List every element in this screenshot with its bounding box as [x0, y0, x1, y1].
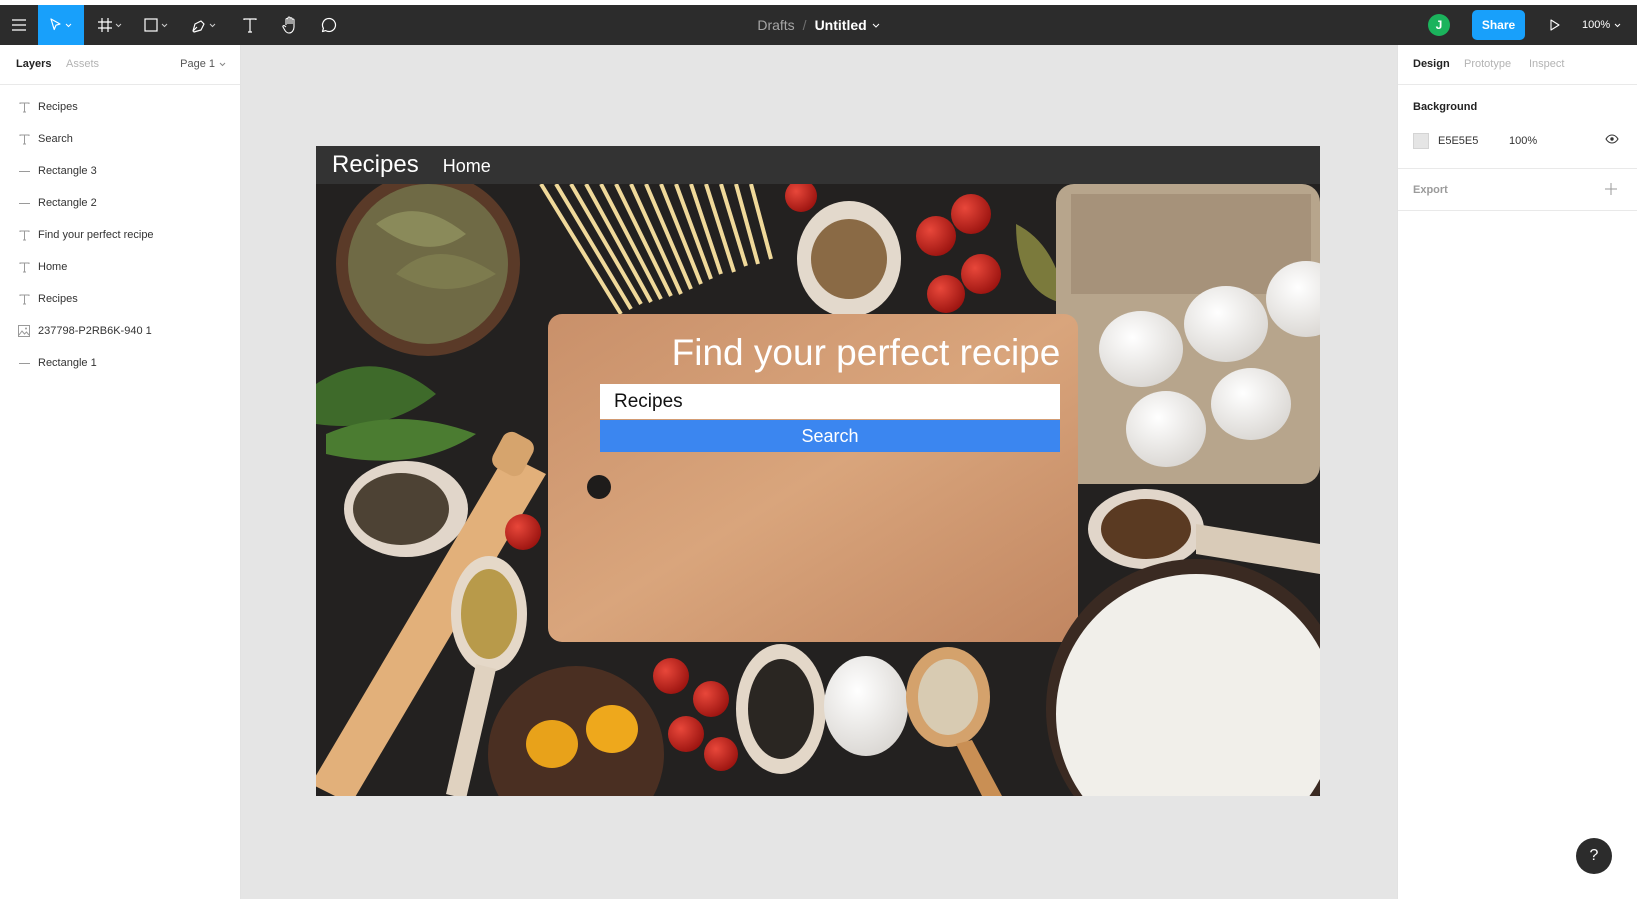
rectangle-tool-button[interactable]: [136, 5, 176, 45]
background-opacity[interactable]: 100%: [1509, 135, 1537, 147]
layers-panel: Layers Assets Page 1 Recipes Search Rect…: [0, 45, 241, 899]
page-name: Page 1: [180, 58, 215, 70]
main-menu-button[interactable]: [0, 5, 38, 45]
chevron-down-icon: [161, 23, 168, 27]
layer-list: Recipes Search Rectangle 3 Rectangle 2 F…: [0, 85, 240, 379]
layer-item[interactable]: 237798-P2RB6K-940 1: [0, 315, 240, 347]
layer-item[interactable]: Rectangle 3: [0, 155, 240, 187]
text-layer-icon: [17, 132, 31, 146]
layer-item[interactable]: Find your perfect recipe: [0, 219, 240, 251]
background-color-swatch[interactable]: [1413, 133, 1429, 149]
layer-name: Home: [38, 261, 68, 273]
tab-layers[interactable]: Layers: [16, 58, 51, 70]
comment-tool-icon: [321, 17, 337, 33]
move-tool-button[interactable]: [38, 5, 84, 45]
play-icon: [1550, 19, 1560, 31]
share-button[interactable]: Share: [1472, 10, 1525, 40]
chevron-down-icon: [209, 23, 215, 27]
breadcrumb-separator: /: [802, 17, 807, 33]
text-tool-button[interactable]: [232, 5, 268, 45]
frame-tool-button[interactable]: [90, 5, 130, 45]
layer-name: Rectangle 1: [38, 357, 97, 369]
right-panel-tabs: Design Prototype Inspect: [1398, 45, 1637, 85]
search-button[interactable]: Search: [600, 420, 1060, 452]
hamburger-icon: [12, 19, 26, 31]
export-section: Export: [1398, 169, 1637, 211]
text-layer-icon: [17, 228, 31, 242]
layer-name: Rectangle 3: [38, 165, 97, 177]
layer-item[interactable]: Home: [0, 251, 240, 283]
hero-title: Find your perfect recipe: [671, 332, 1061, 373]
chevron-down-icon: [65, 23, 72, 27]
background-hex[interactable]: E5E5E5: [1438, 135, 1478, 147]
pen-tool-icon: [191, 19, 205, 33]
frame-tool-icon: [98, 18, 112, 32]
search-input[interactable]: [600, 384, 1060, 419]
plus-icon[interactable]: [1605, 183, 1617, 195]
hand-tool-icon: [282, 16, 295, 34]
image-layer-icon: [17, 324, 31, 338]
layer-name: Rectangle 2: [38, 197, 97, 209]
layer-item[interactable]: Recipes: [0, 283, 240, 315]
file-name[interactable]: Untitled: [815, 17, 867, 33]
layer-name: Find your perfect recipe: [38, 229, 154, 241]
tab-prototype[interactable]: Prototype: [1464, 58, 1511, 70]
zoom-level: 100%: [1582, 19, 1611, 31]
background-section: Background E5E5E5 100%: [1398, 85, 1637, 169]
text-layer-icon: [17, 292, 31, 306]
frame-brand[interactable]: Recipes: [332, 151, 419, 179]
frame-navbar: Recipes Home: [316, 146, 1320, 184]
eye-icon[interactable]: [1605, 134, 1619, 144]
zoom-dropdown[interactable]: 100%: [1582, 5, 1621, 45]
present-button[interactable]: [1540, 5, 1570, 45]
frame-nav-home[interactable]: Home: [443, 156, 491, 177]
page-selector[interactable]: Page 1: [180, 58, 226, 70]
rectangle-layer-icon: [17, 356, 31, 370]
tab-inspect[interactable]: Inspect: [1529, 58, 1564, 70]
layer-item[interactable]: Search: [0, 123, 240, 155]
rectangle-layer-icon: [17, 164, 31, 178]
hand-tool-button[interactable]: [272, 5, 308, 45]
tab-assets[interactable]: Assets: [66, 58, 99, 70]
layer-name: 237798-P2RB6K-940 1: [38, 325, 152, 337]
text-layer-icon: [17, 260, 31, 274]
help-button[interactable]: ?: [1576, 838, 1612, 874]
layer-item[interactable]: Rectangle 2: [0, 187, 240, 219]
pen-tool-button[interactable]: [182, 5, 224, 45]
breadcrumb-folder[interactable]: Drafts: [757, 17, 794, 33]
chevron-down-icon: [1614, 23, 1621, 27]
top-toolbar: Drafts / Untitled J Share 100%: [0, 0, 1637, 45]
rectangle-layer-icon: [17, 196, 31, 210]
design-frame[interactable]: Recipes Home Find your perfect recipe Re…: [316, 146, 1320, 796]
design-panel: Design Prototype Inspect Background E5E5…: [1397, 45, 1637, 899]
comment-tool-button[interactable]: [311, 5, 347, 45]
text-tool-icon: [243, 17, 257, 33]
chevron-down-icon[interactable]: [872, 23, 880, 28]
layer-name: Recipes: [38, 293, 78, 305]
food-background-image: [316, 184, 1320, 796]
text-layer-icon: [17, 100, 31, 114]
move-tool-icon: [50, 18, 61, 31]
layer-item[interactable]: Rectangle 1: [0, 347, 240, 379]
rectangle-tool-icon: [144, 18, 158, 32]
chevron-down-icon: [219, 62, 226, 66]
background-title: Background: [1413, 101, 1478, 113]
left-panel-tabs: Layers Assets Page 1: [0, 45, 240, 85]
layer-name: Search: [38, 133, 73, 145]
tab-design[interactable]: Design: [1413, 58, 1450, 70]
avatar[interactable]: J: [1428, 14, 1450, 36]
chevron-down-icon: [115, 23, 122, 27]
layer-item[interactable]: Recipes: [0, 91, 240, 123]
export-title: Export: [1413, 184, 1448, 196]
layer-name: Recipes: [38, 101, 78, 113]
